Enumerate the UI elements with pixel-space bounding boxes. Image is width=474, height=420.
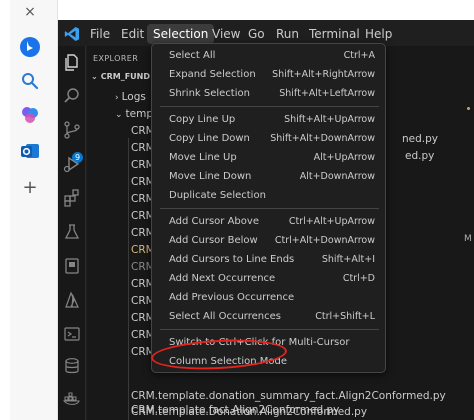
- tree-indent-guide: [128, 138, 129, 420]
- outlook-icon[interactable]: [19, 140, 41, 162]
- vscode-logo-icon: [64, 27, 79, 41]
- source-control-icon[interactable]: [62, 120, 82, 140]
- menu-item-duplicate-selection[interactable]: Duplicate Selection: [156, 186, 381, 205]
- close-icon[interactable]: ×: [22, 4, 38, 20]
- search-icon[interactable]: [19, 70, 41, 92]
- menu-selection[interactable]: Selection: [147, 24, 215, 44]
- behind-menu-text: ed.py: [405, 150, 435, 162]
- terminal-icon[interactable]: [62, 324, 82, 344]
- menu-separator: [160, 329, 379, 330]
- docker-icon[interactable]: [62, 388, 82, 408]
- menu-item-select-all[interactable]: Select All Ctrl+A: [156, 46, 381, 65]
- menu-item-select-all-occurrences[interactable]: Select All Occurrences Ctrl+Shift+L: [156, 307, 381, 326]
- menu-item-expand-selection[interactable]: Expand Selection Shift+Alt+RightArrow: [156, 65, 381, 84]
- menu-go[interactable]: Go: [242, 24, 271, 44]
- extensions-icon[interactable]: [62, 188, 82, 208]
- explorer-title: EXPLORER: [93, 54, 139, 63]
- menu-terminal[interactable]: Terminal: [303, 24, 366, 44]
- bing-copilot-icon[interactable]: [19, 36, 41, 58]
- folder-template[interactable]: ⌄ temp: [115, 106, 153, 122]
- menu-item-move-line-down[interactable]: Move Line Down Alt+DownArrow: [156, 167, 381, 186]
- database-icon[interactable]: [62, 356, 82, 376]
- menu-item-add-cursors-line-ends[interactable]: Add Cursors to Line Ends Shift+Alt+I: [156, 250, 381, 269]
- testing-flask-icon[interactable]: [62, 222, 82, 242]
- menu-separator: [160, 208, 379, 209]
- add-icon[interactable]: +: [22, 178, 38, 198]
- menu-edit[interactable]: Edit: [115, 24, 150, 44]
- copilot-m365-icon[interactable]: [19, 104, 41, 126]
- run-debug-icon[interactable]: [62, 154, 82, 174]
- menu-item-move-line-up[interactable]: Move Line Up Alt+UpArrow: [156, 148, 381, 167]
- menu-item-copy-line-up[interactable]: Copy Line Up Shift+Alt+UpArrow: [156, 110, 381, 129]
- menu-file[interactable]: File: [84, 24, 116, 44]
- menu-item-copy-line-down[interactable]: Copy Line Down Shift+Alt+DownArrow: [156, 129, 381, 148]
- azure-icon[interactable]: [62, 290, 82, 310]
- modified-dot: [467, 107, 470, 110]
- folder-logs[interactable]: › Logs: [115, 89, 146, 105]
- selection-menu: Select All Ctrl+A Expand Selection Shift+A…: [151, 43, 386, 373]
- workspace-root[interactable]: ⌄ CRM_FUND: [91, 72, 150, 81]
- chevron-down-icon: ⌄: [115, 110, 123, 120]
- remote-explorer-icon[interactable]: [62, 256, 82, 276]
- menu-run[interactable]: Run: [270, 24, 305, 44]
- file-row[interactable]: CRM.template.fact.Align2Conformed.py: [131, 402, 339, 418]
- menu-help[interactable]: Help: [359, 24, 398, 44]
- search-icon[interactable]: [62, 86, 82, 106]
- menu-separator: [160, 106, 379, 107]
- menu-item-add-cursor-above[interactable]: Add Cursor Above Ctrl+Alt+UpArrow: [156, 212, 381, 231]
- browser-page-edge: [0, 0, 10, 420]
- menu-view[interactable]: View: [206, 24, 246, 44]
- menu-item-shrink-selection[interactable]: Shrink Selection Shift+Alt+LeftArrow: [156, 84, 381, 103]
- chevron-right-icon: ›: [115, 93, 119, 103]
- menu-item-add-next-occurrence[interactable]: Add Next Occurrence Ctrl+D: [156, 269, 381, 288]
- behind-menu-text: ned.py: [402, 133, 438, 145]
- menu-item-add-previous-occurrence[interactable]: Add Previous Occurrence: [156, 288, 381, 307]
- browser-sidebar: × +: [0, 0, 58, 420]
- explorer-files-icon[interactable]: [62, 52, 82, 72]
- git-modified-marker: M: [464, 234, 472, 244]
- activity-bar: 9: [58, 46, 86, 420]
- menu-item-add-cursor-below[interactable]: Add Cursor Below Ctrl+Alt+DownArrow: [156, 231, 381, 250]
